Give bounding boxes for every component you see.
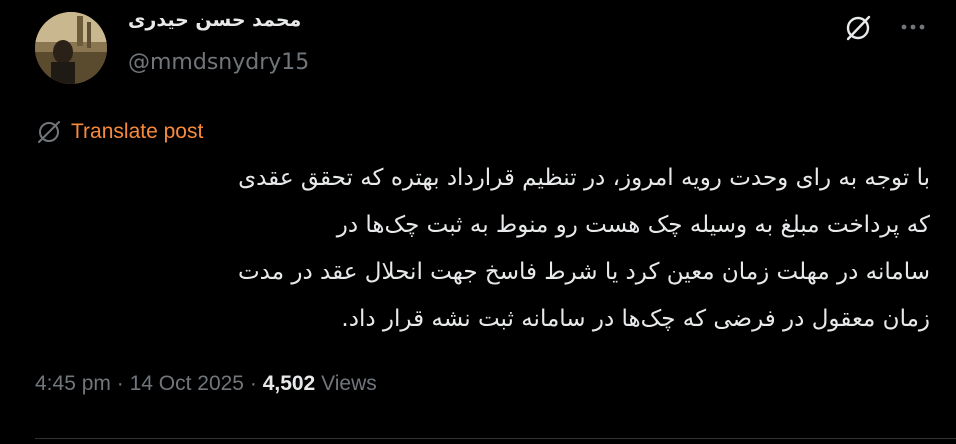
translate-post-link[interactable]: Translate post: [35, 117, 203, 147]
views-count[interactable]: 4,502: [263, 372, 316, 395]
post-text-line: که پرداخت مبلغ به وسیله چک هست رو منوط ب…: [336, 212, 930, 238]
more-horizontal-icon[interactable]: [898, 12, 928, 42]
translate-post-label: Translate post: [71, 120, 204, 143]
avatar[interactable]: [35, 12, 107, 84]
post-text-line: سامانه در مهلت زمان معین کرد یا شرط فاسخ…: [238, 259, 930, 285]
grok-slash-circle-icon[interactable]: [842, 12, 874, 44]
post-text-line: با توجه به رای وحدت رویه امروز، در تنظیم…: [238, 165, 930, 191]
post-text: با توجه به رای وحدت رویه امروز، در تنظیم…: [30, 155, 930, 343]
meta-separator: ·: [249, 372, 257, 395]
post-text-line: زمان معقول در فرضی که چک‌ها در سامانه ثب…: [341, 306, 930, 332]
views-label: Views: [321, 372, 377, 395]
avatar-photo: [35, 12, 107, 84]
translate-globe-slash-icon: [38, 121, 60, 143]
post-time[interactable]: 4:45 pm: [35, 372, 111, 395]
divider: [35, 438, 956, 439]
author-display-name[interactable]: محمد حسن حیدری: [128, 9, 301, 31]
post-meta: 4:45 pm · 14 Oct 2025 · 4,502 Views: [35, 372, 377, 396]
author-handle[interactable]: @mmdsnydry15: [128, 50, 309, 75]
meta-separator: ·: [116, 372, 124, 395]
post-date[interactable]: 14 Oct 2025: [130, 372, 244, 395]
